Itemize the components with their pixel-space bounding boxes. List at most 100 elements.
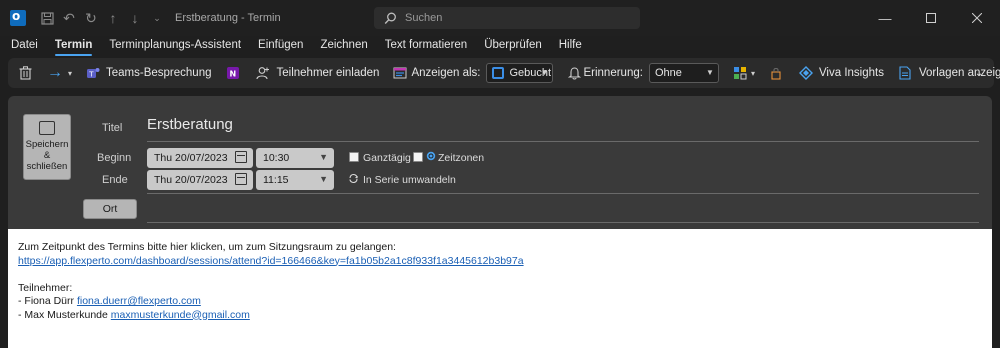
end-date-value: Thu 20/07/2023	[154, 174, 228, 186]
busy-swatch-icon	[492, 67, 505, 79]
invite-attendees-button[interactable]: Teilnehmer einladen	[254, 61, 380, 85]
categorize-dropdown-icon: ▾	[750, 68, 755, 78]
teams-meeting-button[interactable]: T Teams-Besprechung	[84, 61, 212, 85]
appointment-body[interactable]: Zum Zeitpunkt des Termins bitte hier kli…	[8, 229, 992, 348]
search-box[interactable]: Suchen	[374, 7, 640, 29]
trash-icon	[16, 64, 34, 82]
start-date-input[interactable]: Thu 20/07/2023	[147, 148, 253, 168]
viva-insights-button[interactable]: Viva Insights	[797, 61, 884, 85]
timezones-label: Zeitzonen	[438, 152, 485, 164]
teams-icon: T	[84, 64, 102, 82]
calendar-icon[interactable]	[235, 151, 247, 163]
make-recurring-label[interactable]: In Serie umwandeln	[363, 174, 456, 186]
show-as-icon	[391, 64, 409, 82]
reminder-select[interactable]: Ohne ▼	[648, 63, 719, 83]
start-label: Beginn	[97, 152, 132, 164]
window-title: Erstberatung - Termin	[175, 12, 281, 24]
search-icon	[384, 12, 397, 25]
chevron-down-icon: ▼	[319, 174, 328, 184]
onenote-button[interactable]: N	[224, 61, 242, 85]
invite-attendees-label: Teilnehmer einladen	[276, 67, 380, 79]
customize-qat-icon[interactable]: ⌄	[147, 8, 167, 28]
minimize-button[interactable]: —	[862, 0, 908, 36]
recurrence-icon[interactable]	[348, 173, 359, 187]
outlook-app-icon	[7, 7, 29, 29]
svg-text:N: N	[229, 70, 236, 79]
forward-button[interactable]: → ▾	[46, 61, 72, 85]
participant-email-link[interactable]: fiona.duerr@flexperto.com	[77, 295, 201, 307]
participant-row: - Max Musterkunde maxmusterkunde@gmail.c…	[18, 309, 992, 323]
lock-icon	[767, 64, 785, 82]
tab-einfuegen[interactable]: Einfügen	[258, 36, 303, 56]
start-time-select[interactable]: 10:30 ▼	[256, 148, 334, 168]
forward-arrow-icon: →	[47, 64, 63, 81]
categorize-icon	[731, 64, 749, 82]
tab-datei[interactable]: Datei	[11, 36, 38, 56]
viva-insights-icon	[797, 64, 815, 82]
all-day-checkbox[interactable]	[349, 152, 359, 162]
arrow-up-icon[interactable]: ↑	[103, 8, 123, 28]
reminder-group: Erinnerung: Ohne ▼	[565, 61, 719, 85]
bell-icon	[565, 64, 583, 82]
reminder-label: Erinnerung:	[583, 67, 643, 79]
template-icon	[896, 64, 914, 82]
location-underline	[147, 222, 979, 223]
body-intro-text: Zum Zeitpunkt des Termins bitte hier kli…	[18, 241, 396, 253]
viva-insights-label: Viva Insights	[818, 67, 884, 79]
save-close-label-amp: &	[43, 150, 51, 161]
tab-ueberpruefen[interactable]: Überprüfen	[484, 36, 542, 56]
chevron-down-icon: ▼	[319, 152, 328, 162]
tab-termin[interactable]: Termin	[54, 36, 92, 56]
save-icon[interactable]	[37, 8, 57, 28]
save-close-icon	[39, 121, 55, 135]
tab-text-formatieren[interactable]: Text formatieren	[385, 36, 467, 56]
timezones-checkbox[interactable]	[413, 152, 423, 162]
ribbon-toolbar: → ▾ T Teams-Besprechung N Teilnehmer ein…	[8, 58, 1000, 88]
search-placeholder: Suchen	[405, 12, 443, 24]
teams-meeting-label: Teams-Besprechung	[106, 67, 212, 79]
private-button[interactable]	[767, 61, 785, 85]
close-button[interactable]	[954, 0, 1000, 36]
time-divider	[147, 193, 979, 194]
show-as-select[interactable]: Gebucht ▼	[486, 63, 554, 83]
location-button[interactable]: Ort	[83, 199, 137, 219]
onenote-icon: N	[224, 64, 242, 82]
participant-email-link[interactable]: maxmusterkunde@gmail.com	[111, 309, 250, 321]
globe-icon	[426, 151, 436, 164]
participant-name: - Fiona Dürr	[18, 295, 77, 307]
chevron-down-icon: ⌄	[974, 67, 984, 79]
save-close-label: Speichern	[25, 139, 69, 150]
undo-icon[interactable]: ↶	[59, 8, 79, 28]
all-day-label: Ganztägig	[363, 152, 411, 164]
appointment-form: Speichern & schließen Titel Erstberatung…	[8, 96, 992, 229]
arrow-down-icon[interactable]: ↓	[125, 8, 145, 28]
session-link[interactable]: https://app.flexperto.com/dashboard/sess…	[18, 255, 524, 267]
chevron-down-icon: ▼	[540, 68, 549, 77]
expand-ribbon-button[interactable]: ⌄	[970, 61, 988, 85]
participants-heading: Teilnehmer:	[18, 281, 73, 294]
show-as-group: Anzeigen als: Gebucht ▼	[391, 61, 554, 85]
end-time-value: 11:15	[263, 174, 289, 186]
redo-icon[interactable]: ↻	[81, 8, 101, 28]
title-input[interactable]: Erstberatung	[147, 116, 233, 133]
chevron-down-icon: ▼	[706, 68, 714, 77]
tab-hilfe[interactable]: Hilfe	[559, 36, 582, 56]
forward-dropdown-icon[interactable]: ▾	[68, 69, 72, 78]
title-underline	[147, 141, 979, 142]
tab-terminplanungs-assistent[interactable]: Terminplanungs-Assistent	[109, 36, 241, 56]
calendar-icon[interactable]	[235, 173, 247, 185]
start-date-value: Thu 20/07/2023	[154, 152, 228, 164]
person-add-icon	[254, 64, 272, 82]
participant-row: - Fiona Dürr fiona.duerr@flexperto.com	[18, 295, 992, 309]
save-and-close-button[interactable]: Speichern & schließen	[23, 114, 71, 180]
end-time-select[interactable]: 11:15 ▼	[256, 170, 334, 190]
show-as-label: Anzeigen als:	[411, 67, 481, 79]
end-label: Ende	[102, 174, 128, 186]
start-time-value: 10:30	[263, 152, 290, 164]
delete-button[interactable]	[16, 61, 34, 85]
maximize-button[interactable]	[908, 0, 954, 36]
save-close-label-2: schließen	[26, 161, 68, 172]
categorize-button[interactable]: ▾	[731, 61, 755, 85]
tab-zeichnen[interactable]: Zeichnen	[320, 36, 367, 56]
end-date-input[interactable]: Thu 20/07/2023	[147, 170, 253, 190]
